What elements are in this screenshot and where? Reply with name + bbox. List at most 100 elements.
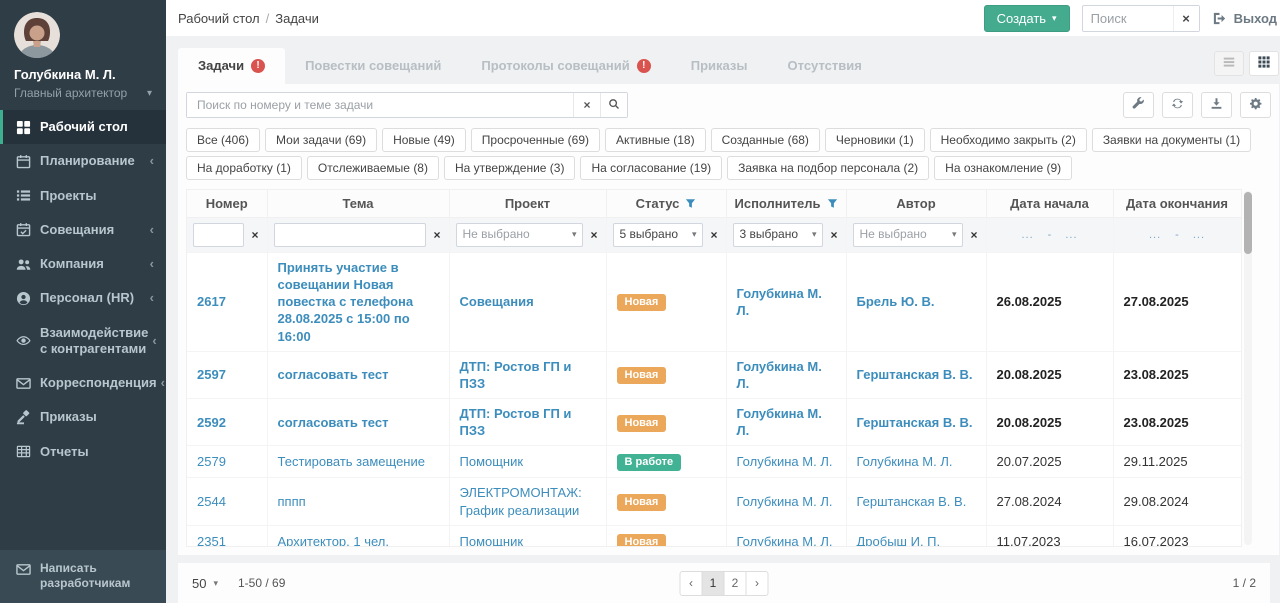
pager-next-button[interactable]: › [746, 571, 769, 596]
table-row[interactable]: 2592 согласовать тест ДТП: Ростов ГП и ПЗЗ… [187, 399, 1241, 446]
filter-clear-button[interactable]: × [828, 228, 839, 242]
filter-input[interactable] [274, 223, 427, 247]
column-header-Автор[interactable]: Автор [846, 190, 986, 218]
list-view-button[interactable] [1214, 51, 1244, 76]
task-search-clear-button[interactable]: × [573, 93, 600, 117]
write-to-developers-link[interactable]: Написать разработчикам [0, 550, 166, 603]
table-row[interactable]: 2579Тестировать замещениеПомощникВ работ… [187, 446, 1241, 478]
task-theme-link[interactable]: Тестировать замещение [278, 454, 425, 469]
date-to-picker[interactable]: ... [1193, 228, 1205, 243]
quick-filter-chip[interactable]: На утверждение (3) [444, 156, 575, 180]
task-theme-link[interactable]: согласовать тест [278, 367, 389, 382]
table-row[interactable]: 2351Архитектор, 1 чел.ПомощникНоваяГолуб… [187, 525, 1241, 547]
task-number-link[interactable]: 2544 [197, 494, 226, 509]
task-author-link[interactable]: Дробыш И. П. [857, 534, 941, 547]
column-header-Дата окончания[interactable]: Дата окончания [1113, 190, 1241, 218]
search-icon[interactable] [600, 93, 627, 117]
column-header-Статус[interactable]: Статус [606, 190, 726, 218]
tab-Повестки совещаний[interactable]: Повестки совещаний [285, 48, 461, 84]
grid-view-button[interactable] [1249, 51, 1279, 76]
sidebar-item-envelope[interactable]: Корреспонденция‹ [0, 366, 166, 400]
quick-filter-chip[interactable]: На ознакомление (9) [934, 156, 1072, 180]
task-author-link[interactable]: Брель Ю. В. [857, 294, 935, 309]
column-header-Дата начала[interactable]: Дата начала [986, 190, 1113, 218]
quick-filter-chip[interactable]: На доработку (1) [186, 156, 302, 180]
filter-clear-button[interactable]: × [588, 228, 599, 242]
sidebar-item-calendar-check[interactable]: Совещания‹ [0, 213, 166, 247]
task-project-link[interactable]: ДТП: Ростов ГП и ПЗЗ [460, 406, 572, 438]
task-project-link[interactable]: ДТП: Ростов ГП и ПЗЗ [460, 359, 572, 391]
filter-clear-button[interactable]: × [249, 228, 260, 242]
task-executor-link[interactable]: Голубкина М. Л. [737, 286, 822, 318]
global-search-clear-button[interactable]: × [1173, 6, 1199, 31]
column-header-Проект[interactable]: Проект [449, 190, 606, 218]
task-project-link[interactable]: ЭЛЕКТРОМОНТАЖ: График реализации [460, 485, 582, 517]
filter-clear-button[interactable]: × [968, 228, 979, 242]
task-project-link[interactable]: Совещания [460, 294, 534, 309]
task-number-link[interactable]: 2592 [197, 415, 226, 430]
breadcrumb-home[interactable]: Рабочий стол [178, 11, 260, 26]
tab-Задачи[interactable]: Задачи! [178, 48, 285, 84]
task-number-link[interactable]: 2617 [197, 294, 226, 309]
sidebar-item-table[interactable]: Отчеты [0, 435, 166, 469]
tab-Отсутствия[interactable]: Отсутствия [768, 48, 882, 84]
quick-filter-chip[interactable]: На согласование (19) [580, 156, 722, 180]
user-role[interactable]: Главный архитектор ▾ [14, 86, 152, 100]
task-author-link[interactable]: Герштанская В. В. [857, 494, 967, 509]
tab-Протоколы совещаний[interactable]: Протоколы совещаний! [461, 48, 670, 84]
quick-filter-chip[interactable]: Новые (49) [382, 128, 466, 152]
create-button[interactable]: Создать ▾ [984, 5, 1070, 32]
filter-input[interactable] [193, 223, 244, 247]
task-project-link[interactable]: Помощник [460, 454, 524, 469]
tab-Приказы[interactable]: Приказы [671, 48, 768, 84]
task-executor-link[interactable]: Голубкина М. Л. [737, 494, 833, 509]
task-theme-link[interactable]: согласовать тест [278, 415, 389, 430]
task-executor-link[interactable]: Голубкина М. Л. [737, 454, 833, 469]
column-header-Тема[interactable]: Тема [267, 190, 449, 218]
task-executor-link[interactable]: Голубкина М. Л. [737, 359, 822, 391]
task-executor-link[interactable]: Голубкина М. Л. [737, 534, 833, 547]
sidebar-item-handshake[interactable]: Взаимодействие с контрагентами‹ [0, 316, 166, 367]
task-theme-link[interactable]: Архитектор, 1 чел. [278, 534, 390, 547]
quick-filter-chip[interactable]: Мои задачи (69) [265, 128, 377, 152]
filter-select[interactable]: Не выбрано▾ [456, 223, 584, 247]
filter-select[interactable]: 5 выбрано▾ [613, 223, 704, 247]
filter-clear-button[interactable]: × [431, 228, 442, 242]
filter-select[interactable]: Не выбрано▾ [853, 223, 964, 247]
logout-button[interactable]: Выход [1212, 11, 1277, 26]
quick-filter-chip[interactable]: Созданные (68) [711, 128, 820, 152]
date-from-picker[interactable]: ... [1021, 228, 1033, 243]
task-number-link[interactable]: 2597 [197, 367, 226, 382]
quick-filter-chip[interactable]: Активные (18) [605, 128, 706, 152]
wrench-button[interactable] [1123, 92, 1154, 118]
pager-page-button[interactable]: 2 [724, 571, 747, 596]
pager-page-button[interactable]: 1 [702, 571, 725, 596]
quick-filter-chip[interactable]: Заявки на документы (1) [1092, 128, 1251, 152]
date-from-picker[interactable]: ... [1149, 228, 1161, 243]
quick-filter-chip[interactable]: Просроченные (69) [471, 128, 600, 152]
table-scrollbar-thumb[interactable] [1244, 192, 1252, 254]
quick-filter-chip[interactable]: Все (406) [186, 128, 260, 152]
page-size-select[interactable]: 50 ▾ [192, 576, 218, 591]
global-search-input[interactable] [1083, 11, 1173, 26]
filter-select[interactable]: 3 выбрано▾ [733, 223, 824, 247]
column-header-Исполнитель[interactable]: Исполнитель [726, 190, 846, 218]
task-author-link[interactable]: Голубкина М. Л. [857, 454, 953, 469]
gear-button[interactable] [1240, 92, 1271, 118]
task-project-link[interactable]: Помощник [460, 534, 524, 547]
task-author-link[interactable]: Герштанская В. В. [857, 367, 973, 382]
quick-filter-chip[interactable]: Заявка на подбор персонала (2) [727, 156, 929, 180]
refresh-button[interactable] [1162, 92, 1193, 118]
task-theme-link[interactable]: пппп [278, 494, 306, 509]
avatar[interactable] [14, 12, 60, 58]
table-row[interactable]: 2617Принять участие в совещании Новая по… [187, 253, 1241, 352]
table-row[interactable]: 2544 пппп ЭЛЕКТРОМОНТАЖ: График реализации… [187, 478, 1241, 525]
task-author-link[interactable]: Герштанская В. В. [857, 415, 973, 430]
sidebar-item-user-circle[interactable]: Персонал (HR)‹ [0, 281, 166, 315]
quick-filter-chip[interactable]: Необходимо закрыть (2) [930, 128, 1087, 152]
quick-filter-chip[interactable]: Черновики (1) [825, 128, 925, 152]
quick-filter-chip[interactable]: Отслеживаемые (8) [307, 156, 439, 180]
sidebar-item-list[interactable]: Проекты [0, 179, 166, 213]
sidebar-item-users[interactable]: Компания‹ [0, 247, 166, 281]
table-row[interactable]: 2597 согласовать тест ДТП: Ростов ГП и ПЗЗ… [187, 351, 1241, 398]
